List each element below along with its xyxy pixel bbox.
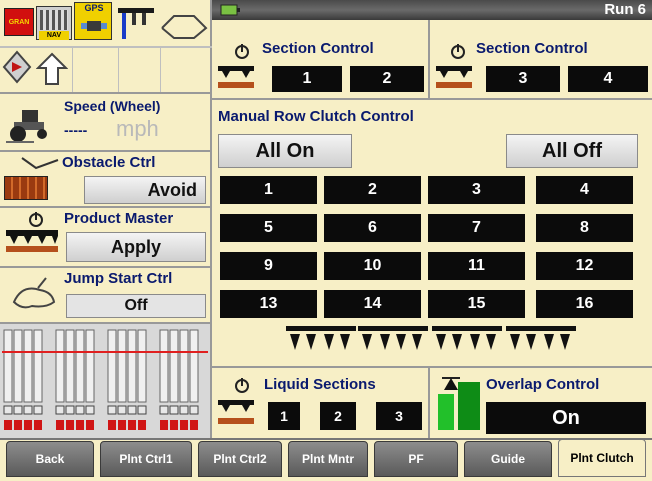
section-4-button[interactable]: 4 bbox=[568, 66, 648, 92]
liquid-section-1-button[interactable]: 1 bbox=[268, 402, 300, 430]
section-1-button[interactable]: 1 bbox=[272, 66, 342, 92]
obstacle-label: Obstacle Ctrl bbox=[62, 154, 156, 171]
all-off-button[interactable]: All Off bbox=[506, 134, 638, 168]
tab-plnt-ctrl1[interactable]: Plnt Ctrl1 bbox=[100, 441, 192, 477]
row-10-button[interactable]: 10 bbox=[324, 252, 421, 280]
section-3-button[interactable]: 3 bbox=[486, 66, 560, 92]
row-3-button[interactable]: 3 bbox=[428, 176, 525, 204]
row-6-button[interactable]: 6 bbox=[324, 214, 421, 242]
row-12-button[interactable]: 12 bbox=[536, 252, 633, 280]
row-8-button[interactable]: 8 bbox=[536, 214, 633, 242]
status-divider bbox=[118, 48, 119, 92]
section-control-right: Section Control 3 4 bbox=[430, 20, 652, 98]
liquid-sections-label: Liquid Sections bbox=[264, 376, 376, 393]
row-5-button[interactable]: 5 bbox=[220, 214, 317, 242]
row-13-button[interactable]: 13 bbox=[220, 290, 317, 318]
overlap-value-button[interactable]: On bbox=[486, 402, 646, 434]
row-7-button[interactable]: 7 bbox=[428, 214, 525, 242]
nav-badge: NAV bbox=[36, 6, 72, 40]
status-strip: GRAN NAV GPS bbox=[0, 0, 212, 92]
obstacle-warning-icon bbox=[21, 157, 59, 170]
section-2-button[interactable]: 2 bbox=[350, 66, 424, 92]
status-divider bbox=[72, 48, 73, 92]
apply-button[interactable]: Apply bbox=[66, 232, 206, 262]
planter-units-icon bbox=[218, 66, 254, 88]
gran-badge-label: GRAN bbox=[8, 18, 30, 26]
jump-start-label: Jump Start Ctrl bbox=[64, 270, 173, 287]
gps-badge: GPS bbox=[74, 2, 112, 40]
row-1-button[interactable]: 1 bbox=[220, 176, 317, 204]
brick-wall-icon bbox=[4, 176, 48, 200]
jump-start-panel: Jump Start Ctrl Off bbox=[0, 266, 212, 322]
tab-back[interactable]: Back bbox=[6, 441, 94, 477]
power-icon bbox=[29, 212, 43, 227]
gps-badge-label: GPS bbox=[84, 3, 104, 13]
power-icon bbox=[235, 378, 249, 393]
tab-pf[interactable]: PF bbox=[374, 441, 458, 477]
planter-icon bbox=[118, 8, 154, 39]
product-master-panel: Product Master Apply bbox=[0, 206, 212, 266]
planter-row-units-icon bbox=[286, 326, 576, 350]
product-master-label: Product Master bbox=[64, 210, 174, 227]
obstacle-panel: Obstacle Ctrl Avoid bbox=[0, 150, 212, 206]
screen: GRAN NAV GPS Speed (Wheel) ----- mph Obs… bbox=[0, 0, 652, 481]
speed-value: ----- bbox=[64, 122, 88, 138]
gps-badge-label-box: GPS bbox=[75, 3, 113, 13]
overlap-control-panel: Overlap Control On bbox=[430, 366, 652, 438]
gran-badge: GRAN bbox=[4, 8, 34, 36]
nav-badge-label: NAV bbox=[46, 32, 62, 39]
row-11-button[interactable]: 11 bbox=[428, 252, 525, 280]
planter-units-icon bbox=[218, 400, 254, 424]
manual-row-label: Manual Row Clutch Control bbox=[218, 108, 414, 125]
grid-icon bbox=[40, 10, 68, 30]
header-bar: Run 6 bbox=[212, 0, 652, 20]
tractor-icon bbox=[6, 110, 47, 143]
row-14-button[interactable]: 14 bbox=[324, 290, 421, 318]
overlap-field-icon bbox=[438, 377, 480, 430]
tab-guide[interactable]: Guide bbox=[464, 441, 552, 477]
satellite-icon bbox=[81, 21, 107, 31]
liquid-sections-panel: Liquid Sections 1 2 3 bbox=[212, 366, 430, 438]
section-control-left: Section Control 1 2 bbox=[212, 20, 430, 98]
tab-plnt-ctrl2[interactable]: Plnt Ctrl2 bbox=[198, 441, 282, 477]
battery-check-icon bbox=[220, 4, 240, 16]
tab-plnt-clutch[interactable]: Plnt Clutch bbox=[558, 439, 646, 477]
status-divider bbox=[0, 46, 212, 48]
liquid-section-2-button[interactable]: 2 bbox=[320, 402, 356, 430]
power-icon bbox=[451, 44, 465, 59]
row-9-button[interactable]: 9 bbox=[220, 252, 317, 280]
overlap-label: Overlap Control bbox=[486, 376, 600, 393]
speed-unit: mph bbox=[116, 116, 159, 141]
jump-start-rabbit-icon bbox=[12, 277, 56, 309]
speed-panel: Speed (Wheel) ----- mph bbox=[0, 92, 212, 150]
manual-row-clutch-panel: Manual Row Clutch Control All On All Off… bbox=[212, 98, 652, 366]
row-4-button[interactable]: 4 bbox=[536, 176, 633, 204]
section-control-left-label: Section Control bbox=[262, 40, 374, 57]
status-divider bbox=[160, 48, 161, 92]
speed-label: Speed (Wheel) bbox=[64, 98, 161, 114]
avoid-button[interactable]: Avoid bbox=[84, 176, 206, 204]
all-on-button[interactable]: All On bbox=[218, 134, 352, 168]
up-arrow-icon bbox=[36, 52, 68, 85]
liquid-section-3-button[interactable]: 3 bbox=[376, 402, 422, 430]
jump-start-value[interactable]: Off bbox=[66, 294, 206, 318]
row-2-button[interactable]: 2 bbox=[324, 176, 421, 204]
row-meters-panel bbox=[0, 322, 212, 440]
planter-units-icon bbox=[436, 66, 472, 88]
field-shape-icon bbox=[161, 15, 208, 39]
section-control-right-label: Section Control bbox=[476, 40, 588, 57]
planter-units-icon bbox=[6, 230, 58, 252]
row-16-button[interactable]: 16 bbox=[536, 290, 633, 318]
run-label: Run 6 bbox=[604, 1, 646, 18]
tab-plnt-mntr[interactable]: Plnt Mntr bbox=[288, 441, 368, 477]
power-icon bbox=[235, 44, 249, 59]
row-15-button[interactable]: 15 bbox=[428, 290, 525, 318]
row-meter-bars-icon bbox=[2, 329, 208, 430]
compass-diamond-icon bbox=[2, 50, 32, 84]
nav-badge-label-box: NAV bbox=[39, 31, 69, 40]
